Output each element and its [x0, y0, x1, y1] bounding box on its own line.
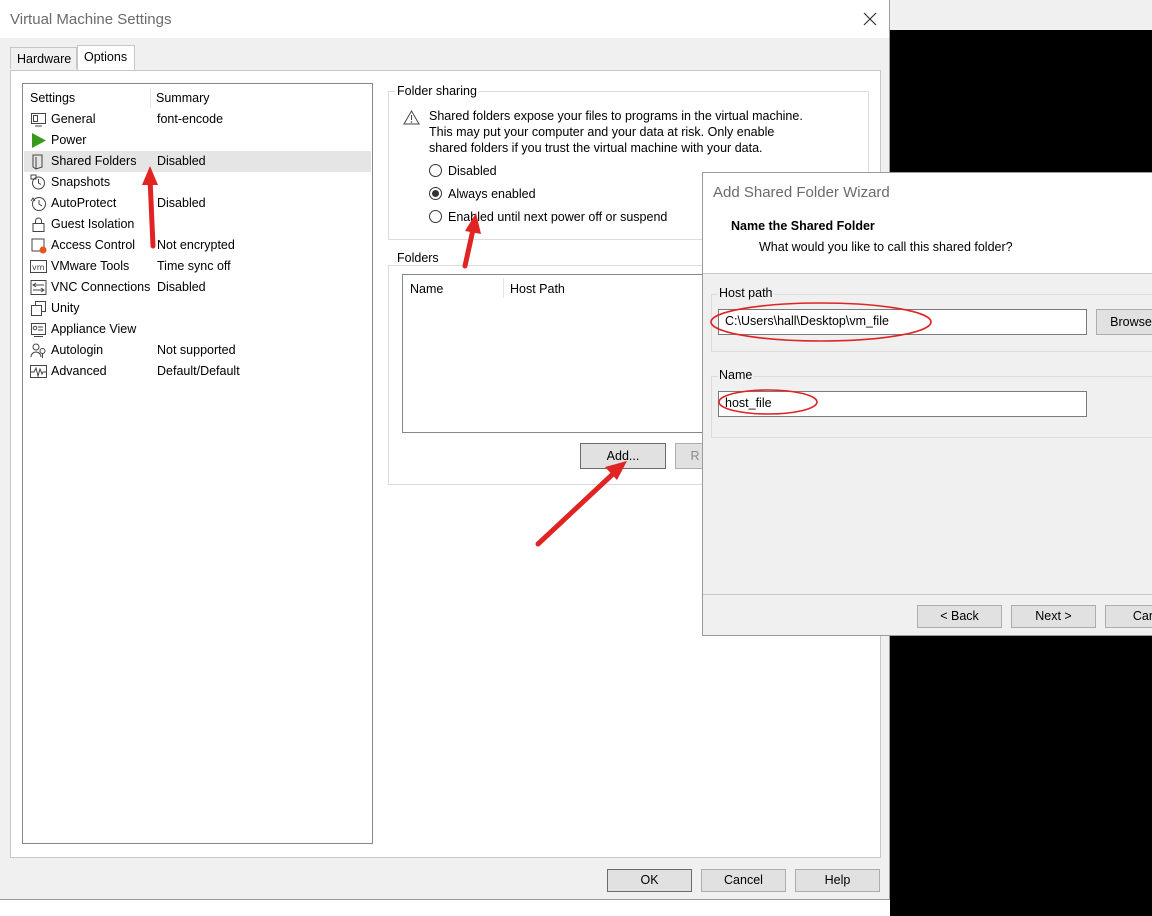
radio-enabled-until-power-off[interactable]: [429, 210, 442, 223]
help-button[interactable]: Help: [795, 869, 880, 892]
vm-icon: vm: [30, 260, 47, 273]
title-bar: Virtual Machine Settings: [0, 0, 889, 38]
warning-text: Shared folders expose your files to prog…: [429, 108, 859, 156]
settings-item-label: Unity: [51, 301, 80, 315]
folders-table[interactable]: Name Host Path: [402, 274, 712, 433]
monitor-icon: [31, 113, 46, 127]
radio-always-enabled[interactable]: [429, 187, 442, 200]
back-button[interactable]: < Back: [917, 605, 1002, 628]
radio-always-enabled-label[interactable]: Always enabled: [448, 187, 536, 201]
tab-hardware[interactable]: Hardware: [10, 47, 77, 69]
settings-item-summary: Disabled: [157, 196, 206, 210]
settings-item-autologin[interactable]: Autologin Not supported: [24, 340, 371, 361]
settings-item-summary: Disabled: [157, 280, 206, 294]
settings-item-label: General: [51, 112, 96, 126]
tab-options[interactable]: Options: [77, 45, 135, 70]
wizard-subheading: What would you like to call this shared …: [759, 240, 1013, 254]
settings-item-unity[interactable]: Unity: [24, 298, 371, 319]
folders-title: Folders: [395, 251, 441, 265]
add-button[interactable]: Add...: [580, 443, 666, 469]
radio-disabled-label[interactable]: Disabled: [448, 164, 497, 178]
cancel-button[interactable]: Cancel: [701, 869, 786, 892]
wizard-cancel-button[interactable]: Canc: [1105, 605, 1152, 628]
settings-item-label: Autologin: [51, 343, 104, 357]
column-header-name[interactable]: Name: [410, 282, 443, 296]
tab-options-label: Options: [84, 50, 128, 64]
add-shared-folder-wizard: Add Shared Folder Wizard Name the Shared…: [702, 172, 1152, 636]
wizard-body: Host path C:\Users\hall\Desktop\vm_file …: [703, 273, 1152, 635]
power-play-icon: [32, 133, 46, 148]
settings-item-appliance-view[interactable]: Appliance View: [24, 319, 371, 340]
warning-icon: [403, 110, 420, 125]
warning-line: Shared folders expose your files to prog…: [429, 109, 803, 123]
settings-item-power[interactable]: Power: [24, 130, 371, 151]
host-path-label: Host path: [718, 286, 774, 300]
lock-icon: [32, 217, 45, 232]
settings-item-summary: Not supported: [157, 343, 236, 357]
column-header-host-path[interactable]: Host Path: [510, 282, 565, 296]
tab-hardware-label: Hardware: [17, 52, 72, 66]
settings-item-label: VNC Connections: [51, 280, 151, 294]
svg-text:vm: vm: [32, 263, 45, 272]
settings-item-vmware-tools[interactable]: vm VMware Tools Time sync off: [24, 256, 371, 277]
header-divider: [150, 88, 151, 108]
radio-disabled[interactable]: [429, 164, 442, 177]
settings-item-guest-isolation[interactable]: Guest Isolation: [24, 214, 371, 235]
vnc-icon: [30, 280, 47, 295]
settings-item-summary: font-encode: [157, 112, 224, 126]
settings-item-summary: Disabled: [157, 154, 206, 168]
settings-item-label: Shared Folders: [51, 154, 137, 168]
browse-button[interactable]: Browse: [1096, 309, 1152, 335]
close-icon[interactable]: [860, 9, 880, 29]
access-control-icon: [31, 238, 47, 254]
settings-item-summary: Default/Default: [157, 364, 240, 378]
settings-item-snapshots[interactable]: Snapshots: [24, 172, 371, 193]
waveform-icon: [30, 365, 47, 378]
appliance-icon: [31, 323, 46, 337]
wizard-heading: Name the Shared Folder: [731, 219, 875, 233]
shared-folder-icon: [32, 154, 43, 170]
settings-item-autoprotect[interactable]: AutoProtect Disabled: [24, 193, 371, 214]
radio-enabled-until-power-off-label[interactable]: Enabled until next power off or suspend: [448, 210, 667, 224]
settings-item-label: VMware Tools: [51, 259, 130, 273]
settings-item-summary: Not encrypted: [157, 238, 235, 252]
host-path-input[interactable]: C:\Users\hall\Desktop\vm_file: [718, 309, 1087, 335]
clock-icon: [30, 197, 46, 211]
settings-item-label: Appliance View: [51, 322, 137, 336]
warning-line: This may put your computer and your data…: [429, 125, 775, 139]
settings-item-label: Power: [51, 133, 87, 147]
snapshot-icon: [30, 174, 45, 190]
settings-item-label: Access Control: [51, 238, 136, 252]
header-divider: [503, 278, 504, 298]
settings-item-label: Guest Isolation: [51, 217, 135, 231]
warning-line: shared folders if you trust the virtual …: [429, 141, 763, 155]
settings-list[interactable]: Settings Summary General font-encode Pow…: [22, 83, 373, 844]
wizard-footer-divider: [703, 594, 1152, 595]
settings-item-label: Snapshots: [51, 175, 111, 189]
settings-item-advanced[interactable]: Advanced Default/Default: [24, 361, 371, 382]
users-icon: [30, 343, 46, 358]
ok-button[interactable]: OK: [607, 869, 692, 892]
settings-item-access-control[interactable]: Access Control Not encrypted: [24, 235, 371, 256]
name-label: Name: [718, 368, 754, 382]
settings-column-header[interactable]: Settings: [30, 91, 75, 105]
unity-icon: [31, 301, 46, 316]
settings-item-label: AutoProtect: [51, 196, 117, 210]
settings-item-vnc-connections[interactable]: VNC Connections Disabled: [24, 277, 371, 298]
next-button[interactable]: Next >: [1011, 605, 1096, 628]
settings-item-label: Advanced: [51, 364, 107, 378]
settings-item-general[interactable]: General font-encode: [24, 109, 371, 130]
summary-column-header[interactable]: Summary: [156, 91, 209, 105]
wizard-title: Add Shared Folder Wizard: [713, 184, 890, 201]
folder-sharing-title: Folder sharing: [395, 84, 479, 98]
settings-item-summary: Time sync off: [157, 259, 231, 273]
background-strip: [890, 0, 1152, 30]
name-input[interactable]: host_file: [718, 391, 1087, 417]
window-title: Virtual Machine Settings: [10, 11, 172, 28]
settings-item-shared-folders[interactable]: Shared Folders Disabled: [24, 151, 371, 172]
